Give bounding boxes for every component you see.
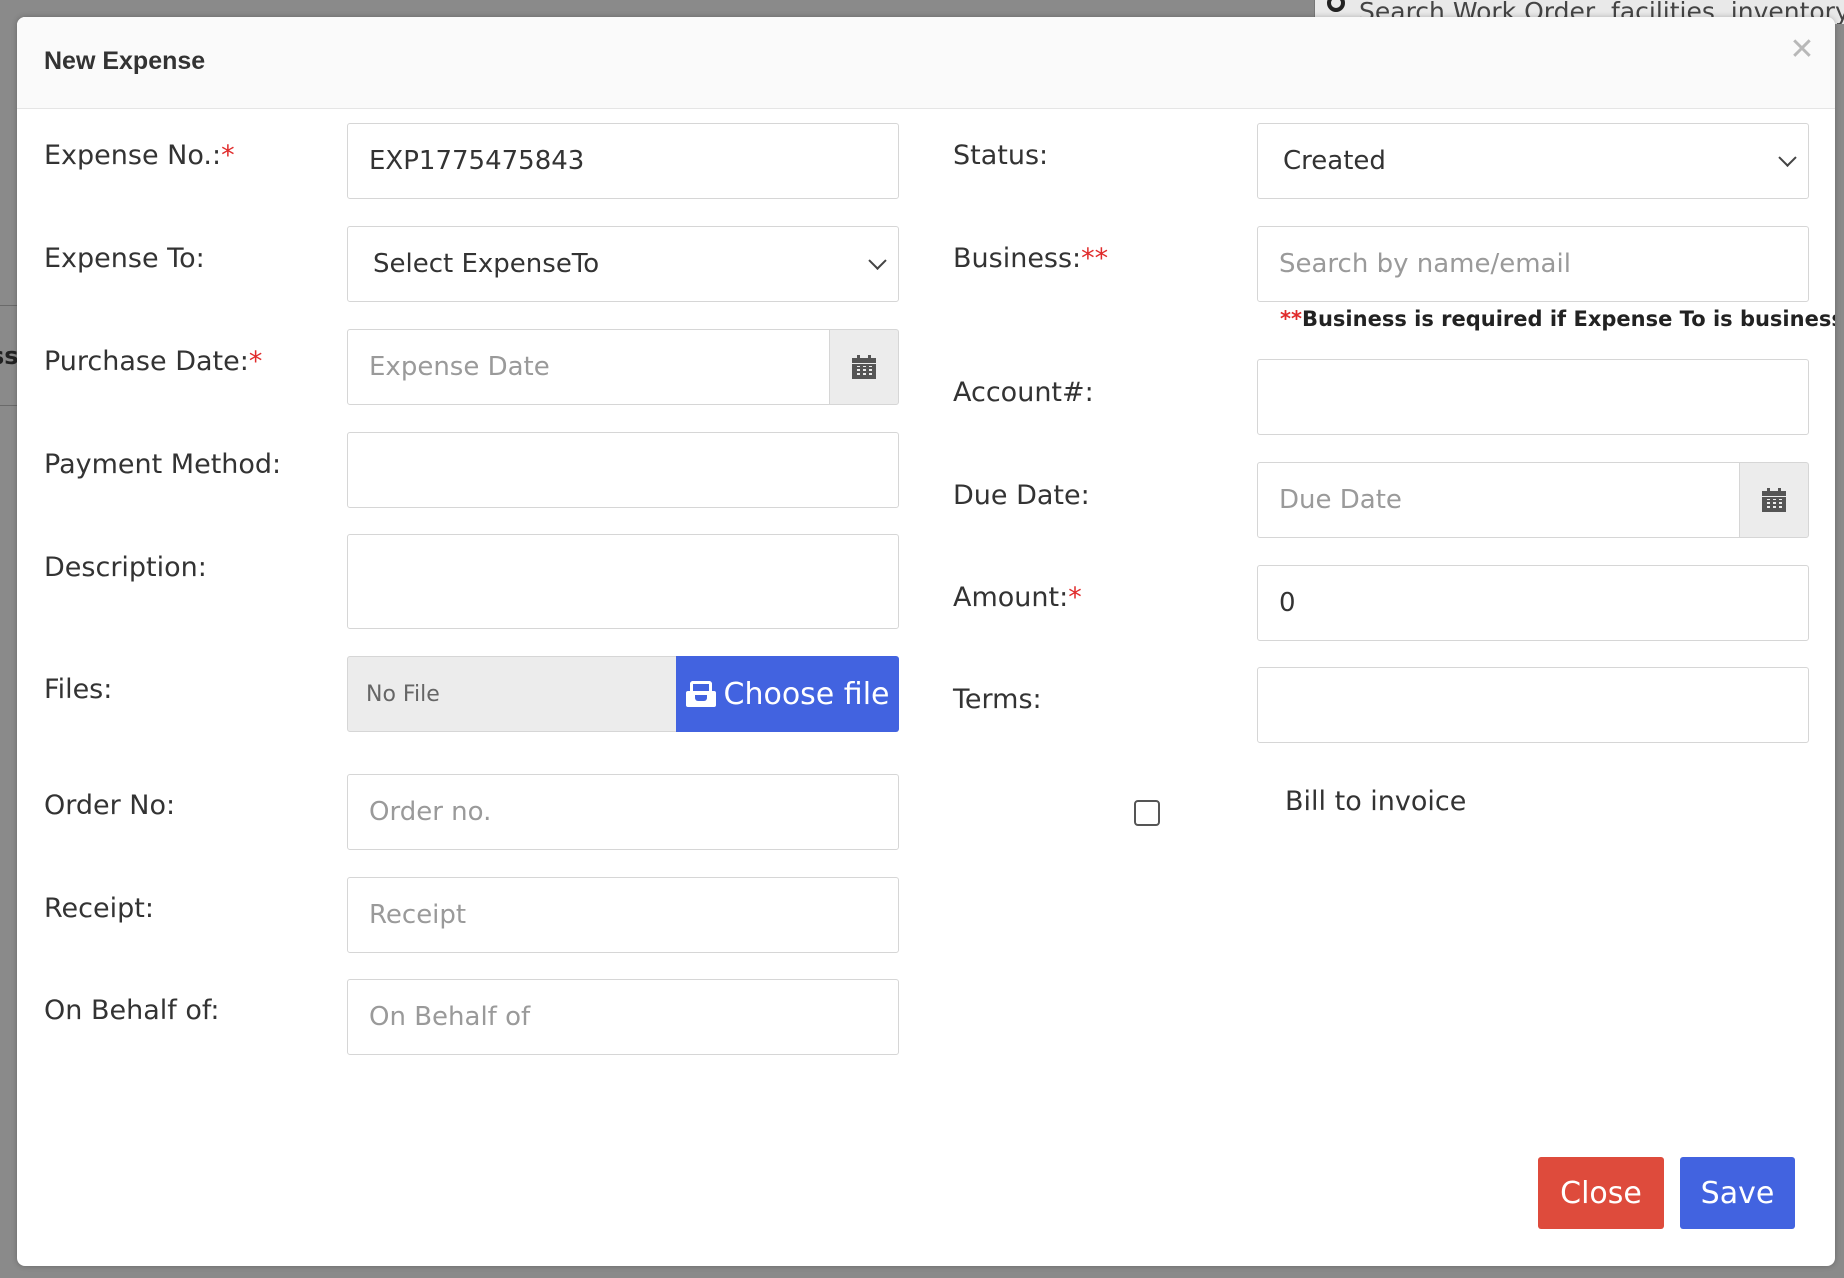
- bill-to-invoice-label[interactable]: Bill to invoice: [1285, 786, 1466, 817]
- expense-no-input[interactable]: EXP1775475843: [347, 123, 899, 199]
- search-icon: [1327, 0, 1345, 12]
- description-textarea[interactable]: [347, 534, 899, 629]
- save-button[interactable]: Save: [1680, 1157, 1795, 1229]
- on-behalf-of-label: On Behalf of:: [44, 995, 220, 1026]
- receipt-label: Receipt:: [44, 893, 154, 924]
- chevron-down-icon: [1778, 148, 1797, 167]
- required-mark: **: [1081, 243, 1109, 274]
- close-button[interactable]: Close: [1538, 1157, 1664, 1229]
- status-label: Status:: [953, 140, 1049, 171]
- choose-file-button[interactable]: Choose file: [676, 656, 899, 732]
- required-mark: *: [221, 140, 235, 171]
- modal-title: New Expense: [44, 47, 206, 75]
- business-help-text: **Business is required if Expense To is …: [1280, 307, 1835, 331]
- due-date-calendar-button[interactable]: [1739, 462, 1809, 538]
- on-behalf-of-input[interactable]: On Behalf of: [347, 979, 899, 1055]
- account-input[interactable]: [1257, 359, 1809, 435]
- background-text-fragment: ss: [0, 342, 18, 370]
- required-mark: **: [1280, 307, 1302, 331]
- purchase-date-label: Purchase Date:*: [44, 346, 263, 377]
- expense-to-label: Expense To:: [44, 243, 205, 274]
- due-date-input[interactable]: Due Date: [1257, 462, 1740, 538]
- chevron-down-icon: [868, 251, 887, 270]
- bill-to-invoice-checkbox[interactable]: [1134, 800, 1160, 826]
- receipt-input[interactable]: Receipt: [347, 877, 899, 953]
- expense-to-select[interactable]: Select ExpenseTo: [347, 226, 899, 302]
- expense-no-label: Expense No.:*: [44, 140, 235, 171]
- calendar-icon: [1762, 488, 1786, 512]
- file-name-display: No File: [347, 656, 677, 732]
- amount-label: Amount:*: [953, 582, 1082, 613]
- close-icon[interactable]: ✕: [1787, 35, 1817, 65]
- new-expense-modal: New Expense ✕ Expense No.:* EXP177547584…: [17, 17, 1835, 1266]
- order-no-input[interactable]: Order no.: [347, 774, 899, 850]
- required-mark: *: [1068, 582, 1082, 613]
- purchase-date-input[interactable]: Expense Date: [347, 329, 830, 405]
- due-date-label: Due Date:: [953, 480, 1090, 511]
- modal-header: New Expense ✕: [17, 17, 1835, 109]
- terms-input[interactable]: [1257, 667, 1809, 743]
- purchase-date-calendar-button[interactable]: [829, 329, 899, 405]
- order-no-label: Order No:: [44, 790, 176, 821]
- files-label: Files:: [44, 674, 113, 705]
- calendar-icon: [852, 355, 876, 379]
- payment-method-label: Payment Method:: [44, 449, 282, 480]
- business-label: Business:**: [953, 243, 1109, 274]
- description-label: Description:: [44, 552, 207, 583]
- account-label: Account#:: [953, 377, 1094, 408]
- terms-label: Terms:: [953, 684, 1042, 715]
- payment-method-input[interactable]: [347, 432, 899, 508]
- amount-input[interactable]: 0: [1257, 565, 1809, 641]
- required-mark: *: [248, 346, 263, 377]
- background-divider: [0, 305, 17, 306]
- business-search-input[interactable]: Search by name/email: [1257, 226, 1809, 302]
- status-select[interactable]: Created: [1257, 123, 1809, 199]
- background-divider: [0, 405, 17, 406]
- inbox-icon: [685, 681, 716, 707]
